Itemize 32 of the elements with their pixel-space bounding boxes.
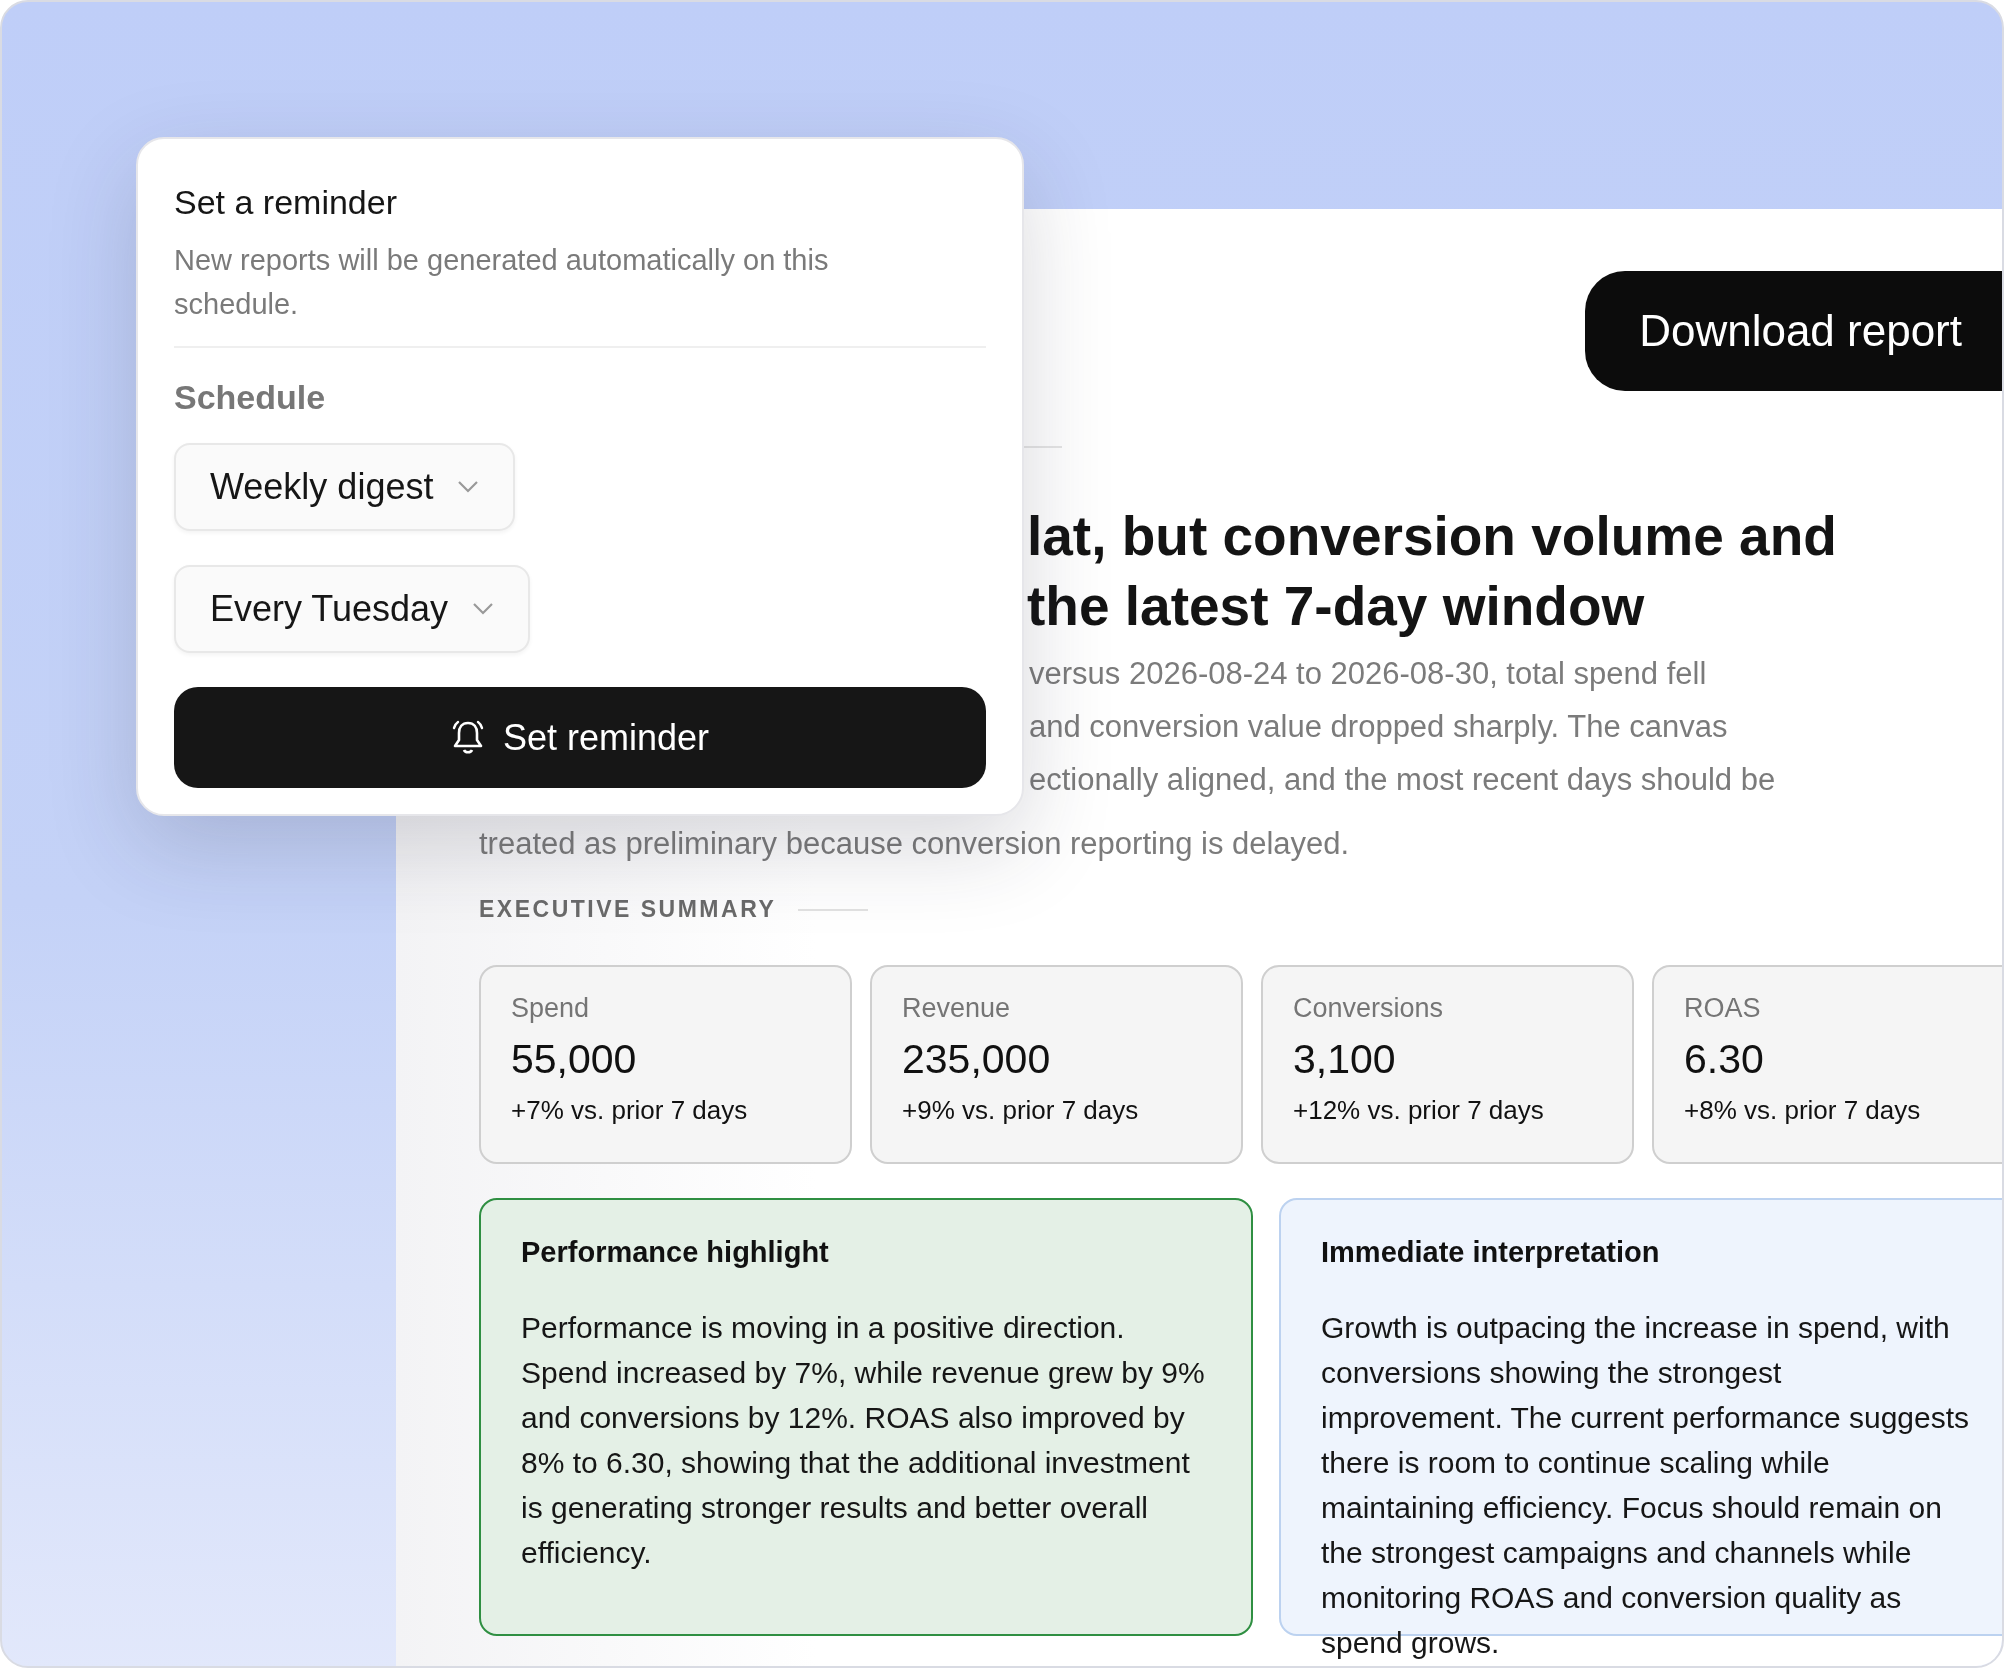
metric-label: ROAS xyxy=(1684,993,1761,1024)
metric-value: 3,100 xyxy=(1293,1036,1396,1083)
set-reminder-button[interactable]: Set reminder xyxy=(174,687,986,788)
chevron-down-icon xyxy=(457,480,480,494)
download-report-button[interactable]: Download report xyxy=(1585,271,2002,391)
metric-value: 235,000 xyxy=(902,1036,1051,1083)
card-text: Performance is moving in a positive direction. Spend increased by 7%, while revenue grew by 9% and conversions by 12%. ROAS also improved by 8% to 6.30, showing that the additional investment is generating stronger results and better overall efficiency. xyxy=(521,1310,1206,1571)
popup-title: Set a reminder xyxy=(174,183,397,222)
metric-change: +9% vs. prior 7 days xyxy=(902,1095,1139,1126)
section-label: EXECUTIVE SUMMARY xyxy=(479,896,777,923)
metric-label: Revenue xyxy=(902,993,1011,1024)
summary-text: treated as preliminary because conversion reporting is delayed. xyxy=(479,825,1350,863)
card-title: Immediate interpretation xyxy=(1321,1236,1660,1269)
metric-change: +12% vs. prior 7 days xyxy=(1293,1095,1544,1126)
metric-change: +8% vs. prior 7 days xyxy=(1684,1095,1921,1126)
report-headline: lat, but conversion volume and xyxy=(1027,504,1837,569)
dropdown[interactable]: Every Tuesday xyxy=(174,565,531,653)
metric-change: +7% vs. prior 7 days xyxy=(511,1095,748,1126)
report-headline: the latest 7-day window xyxy=(1027,574,1645,639)
summary-text: ectionally aligned, and the most recent days should be xyxy=(1029,761,1776,799)
chevron-down-icon xyxy=(472,602,495,616)
card-text: Growth is outpacing the increase in spend, with conversions showing the strongest improvement. The current performance suggests there is room to continue scaling while maintaining efficiency. Focus should remain on the strongest campaigns and channels while monitoring ROAS and conversion quality as spend grows. xyxy=(1321,1310,1971,1661)
metric-value: 6.30 xyxy=(1684,1036,1764,1083)
metric-label: Spend xyxy=(511,993,590,1024)
section-label: Schedule xyxy=(174,378,326,417)
popup-description: New reports will be generated automatically on this schedule. xyxy=(174,243,830,322)
summary-text: and conversion value dropped sharply. The canvas xyxy=(1029,708,1728,746)
metric-label: Conversions xyxy=(1293,993,1444,1024)
dropdown[interactable]: Weekly digest xyxy=(174,443,516,531)
summary-text: versus 2026-08-24 to 2026-08-30, total spend fell xyxy=(1029,655,1707,693)
metric-value: 55,000 xyxy=(511,1036,637,1083)
card-title: Performance highlight xyxy=(521,1236,829,1269)
